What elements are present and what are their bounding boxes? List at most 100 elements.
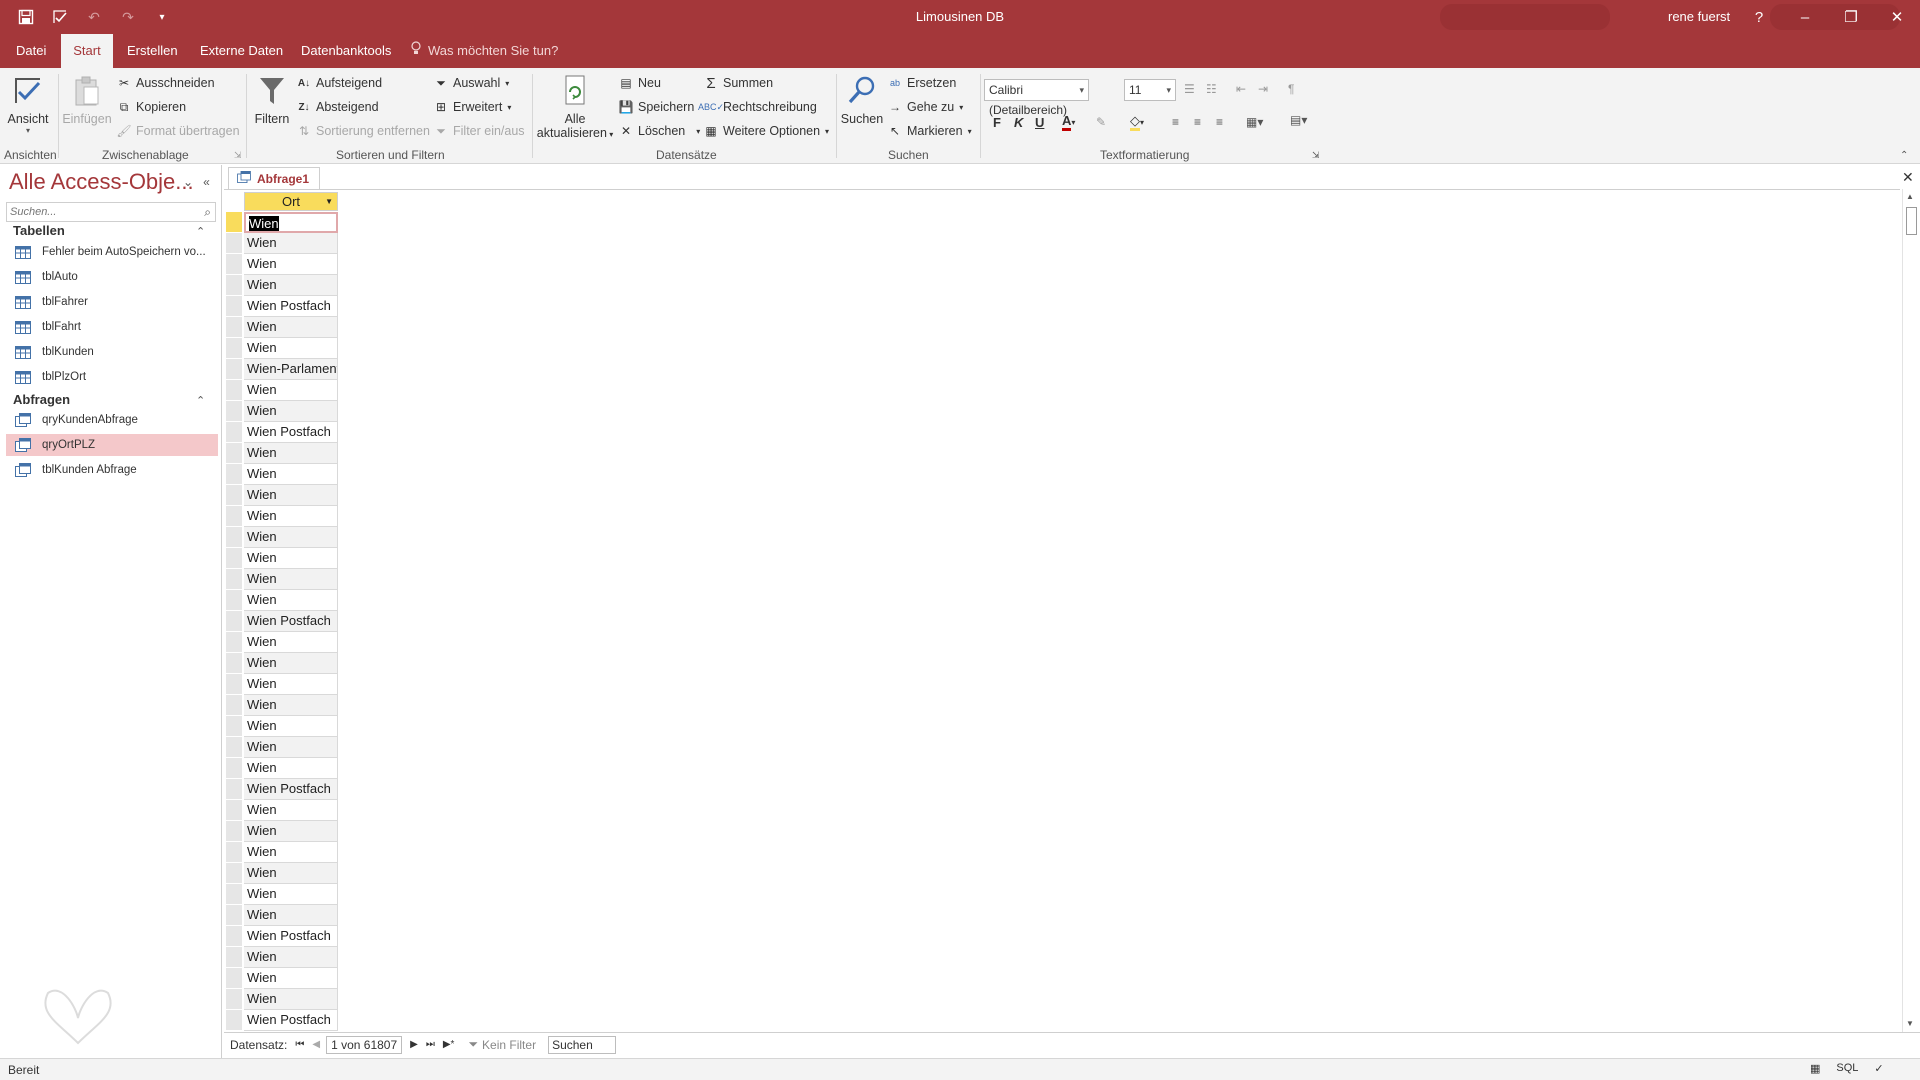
table-cell[interactable]: Wien — [244, 464, 338, 485]
table-cell[interactable]: Wien-Parlament — [244, 359, 338, 380]
spelling-button[interactable]: ABC✓ Rechtschreibung — [698, 100, 817, 114]
toggle-filter-button[interactable]: ⏷ Filter ein/aus — [434, 124, 524, 139]
row-selector[interactable] — [226, 842, 242, 863]
table-cell[interactable]: Wien — [244, 506, 338, 527]
totals-button[interactable]: Σ Summen — [704, 75, 773, 92]
table-cell[interactable]: Wien Postfach — [244, 422, 338, 443]
user-name[interactable]: rene fuerst — [1668, 9, 1730, 24]
row-selector[interactable] — [226, 464, 242, 485]
table-cell[interactable]: Wien — [244, 632, 338, 653]
restore-button[interactable]: ❐ — [1828, 0, 1874, 34]
select-button[interactable]: ↖ Markieren ▾ — [888, 124, 972, 138]
numbered-list-icon[interactable]: ☷ — [1206, 82, 1217, 96]
dialog-launcher-icon[interactable]: ⇲ — [234, 150, 242, 161]
tab-erstellen[interactable]: Erstellen — [117, 34, 188, 68]
table-cell[interactable]: Wien — [244, 884, 338, 905]
table-cell[interactable]: Wien — [244, 443, 338, 464]
last-record-icon[interactable]: ⏭ — [426, 1039, 435, 1050]
scroll-up-icon[interactable]: ▲ — [1906, 192, 1914, 201]
highlight-icon[interactable]: ✎ — [1096, 115, 1106, 129]
next-record-icon[interactable]: ▶ — [410, 1039, 418, 1050]
collapse-group-icon[interactable]: ⌃ — [196, 394, 205, 407]
row-selector[interactable] — [226, 863, 242, 884]
search-icon[interactable]: ⌕ — [204, 205, 211, 220]
nav-collapse-icon[interactable]: « — [203, 175, 210, 189]
table-cell[interactable]: Wien — [244, 695, 338, 716]
table-cell[interactable]: Wien — [244, 548, 338, 569]
bullet-list-icon[interactable]: ☰ — [1184, 82, 1195, 96]
table-cell[interactable]: Wien — [244, 905, 338, 926]
help-button[interactable]: ? — [1736, 0, 1782, 34]
table-cell[interactable]: Wien — [244, 758, 338, 779]
table-cell[interactable]: Wien Postfach — [244, 926, 338, 947]
font-size-select[interactable]: 11 ▾ — [1124, 79, 1176, 101]
bold-button[interactable]: F — [993, 115, 1001, 130]
row-selector[interactable] — [226, 590, 242, 611]
delete-record-button[interactable]: ✕ Löschen ▾ — [619, 124, 700, 138]
row-selector[interactable] — [226, 611, 242, 632]
cut-button[interactable]: ✂ Ausschneiden — [117, 76, 215, 90]
paste-button[interactable]: Einfügen — [62, 74, 112, 126]
row-selector[interactable] — [226, 947, 242, 968]
nav-group-tabellen[interactable]: Tabellen — [13, 223, 65, 238]
row-selector[interactable] — [226, 674, 242, 695]
close-button[interactable]: ✕ — [1874, 0, 1920, 34]
row-selector[interactable] — [226, 905, 242, 926]
font-name-select[interactable]: Calibri (Detailbereich) ▾ — [984, 79, 1089, 117]
row-selector[interactable] — [226, 212, 242, 233]
indent-decrease-icon[interactable]: ⇤ — [1236, 82, 1246, 96]
find-button[interactable]: Suchen — [840, 74, 884, 126]
nav-item-table[interactable]: tblKunden — [6, 341, 218, 363]
table-cell[interactable]: Wien — [244, 821, 338, 842]
nav-title[interactable]: Alle Access-Obje... — [9, 169, 194, 195]
row-selector[interactable] — [226, 653, 242, 674]
nav-item-table[interactable]: Fehler beim AutoSpeichern vo... — [6, 241, 218, 263]
record-search-input[interactable]: Suchen — [548, 1035, 617, 1054]
filter-status[interactable]: ⏷ Kein Filter — [468, 1037, 536, 1052]
row-selector[interactable] — [226, 800, 242, 821]
first-record-icon[interactable]: ⏮ — [295, 1039, 304, 1050]
italic-button[interactable]: K — [1014, 115, 1023, 130]
nav-search-input[interactable] — [7, 203, 187, 221]
nav-item-query[interactable]: tblKunden Abfrage — [6, 459, 218, 481]
nav-item-query-selected[interactable]: qryOrtPLZ — [6, 434, 218, 456]
fill-color-button[interactable]: ◇▾ — [1130, 113, 1144, 131]
new-record-icon[interactable]: ▶* — [443, 1039, 455, 1050]
tab-start[interactable]: Start — [61, 34, 113, 68]
table-cell[interactable]: Wien — [244, 737, 338, 758]
row-selector[interactable] — [226, 338, 242, 359]
datasheet-view-icon[interactable]: ▦ — [1810, 1062, 1820, 1075]
table-cell[interactable]: Wien — [244, 968, 338, 989]
row-selector[interactable] — [226, 758, 242, 779]
text-dialog-launcher-icon[interactable]: ⇲ — [1312, 150, 1320, 161]
table-cell[interactable]: Wien Postfach — [244, 296, 338, 317]
row-selector[interactable] — [226, 884, 242, 905]
save-record-button[interactable]: 💾 Speichern — [619, 100, 695, 114]
document-tab[interactable]: Abfrage1 — [228, 167, 321, 189]
row-selector[interactable] — [226, 737, 242, 758]
close-document-icon[interactable]: ✕ — [1902, 169, 1914, 186]
design-view-icon[interactable]: ✓ — [1874, 1062, 1883, 1075]
tell-me-search[interactable]: Was möchten Sie tun? — [410, 34, 558, 68]
row-selector[interactable] — [226, 632, 242, 653]
table-cell[interactable]: Wien — [244, 338, 338, 359]
column-dropdown-icon[interactable]: ▼ — [325, 193, 333, 211]
row-selector[interactable] — [226, 968, 242, 989]
nav-menu-icon[interactable]: ⌄ — [183, 175, 193, 189]
tab-datenbanktools[interactable]: Datenbanktools — [291, 34, 401, 68]
format-painter-button[interactable]: 🖌 Format übertragen — [116, 124, 239, 138]
row-selector[interactable] — [226, 401, 242, 422]
table-cell[interactable]: Wien — [244, 212, 338, 233]
table-cell[interactable]: Wien — [244, 485, 338, 506]
alternate-row-color-icon[interactable]: ▦▾ — [1246, 115, 1263, 129]
row-selector[interactable] — [226, 506, 242, 527]
row-selector[interactable] — [226, 569, 242, 590]
collapse-ribbon-icon[interactable]: ⌃ — [1900, 150, 1908, 161]
scrollbar-thumb[interactable] — [1906, 207, 1917, 235]
row-selector[interactable] — [226, 779, 242, 800]
row-selector[interactable] — [226, 527, 242, 548]
nav-group-abfragen[interactable]: Abfragen — [13, 392, 70, 407]
font-color-button[interactable]: A▾ — [1062, 113, 1075, 131]
table-cell[interactable]: Wien — [244, 674, 338, 695]
minimize-button[interactable]: – — [1782, 0, 1828, 34]
